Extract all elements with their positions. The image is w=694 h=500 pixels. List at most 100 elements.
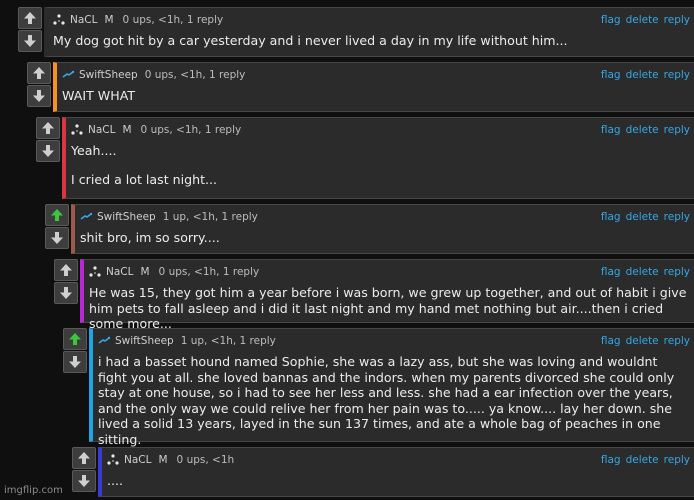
delete-link[interactable]: delete <box>626 124 659 136</box>
comment-meta: 0 ups, <1h <box>176 454 235 466</box>
dots-avatar-icon <box>88 265 102 279</box>
downvote-button[interactable] <box>27 85 51 107</box>
comment-meta: 0 ups, <1h, 1 reply <box>158 266 260 278</box>
comment-box: NaCL M 0 ups, <1h flag delete reply.... <box>98 447 694 497</box>
delete-link[interactable]: delete <box>626 266 659 278</box>
delete-link[interactable]: delete <box>626 211 659 223</box>
vote-controls <box>45 204 69 250</box>
comment-header: NaCL M 0 ups, <1h flag delete reply <box>106 452 690 468</box>
upvote-button[interactable] <box>72 447 96 469</box>
comment-header: NaCL M 0 ups, <1h, 1 reply flag delete reply <box>88 264 690 280</box>
comment-body: My dog got hit by a car yesterday and i … <box>53 33 688 49</box>
upvote-arrow-icon <box>77 451 91 465</box>
comment-text: Yeah.... <box>71 143 117 158</box>
comment-box: SwiftSheep 1 up, <1h, 1 reply flag delete re… <box>89 328 694 447</box>
reply-link[interactable]: reply <box>664 335 690 347</box>
downvote-button[interactable] <box>18 30 42 52</box>
downvote-button[interactable] <box>54 282 78 304</box>
upvote-arrow-icon <box>68 332 82 346</box>
comment-header: SwiftSheep 0 ups, <1h, 1 reply flag delete r… <box>61 67 690 83</box>
comment-body: shit bro, im so sorry.... <box>80 230 688 246</box>
comment-box: NaCL M 0 ups, <1h, 1 reply flag delete reply H… <box>80 259 694 331</box>
sheep-avatar-icon <box>79 210 93 224</box>
comment-text: shit bro, im so sorry.... <box>80 230 220 245</box>
delete-link[interactable]: delete <box>626 14 659 26</box>
dots-avatar-icon <box>70 123 84 137</box>
vote-controls <box>63 328 87 374</box>
comment: NaCL M 0 ups, <1h, 1 reply flag delete reply H… <box>54 259 694 331</box>
moderator-badge: M <box>104 14 114 26</box>
flag-link[interactable]: flag <box>601 266 621 278</box>
flag-link[interactable]: flag <box>601 124 621 136</box>
flag-link[interactable]: flag <box>601 69 621 81</box>
upvote-button[interactable] <box>36 117 60 139</box>
comment-body: i had a basset hound named Sophie, she w… <box>98 354 688 448</box>
upvote-button[interactable] <box>27 62 51 84</box>
comment-actions: flag delete reply <box>601 211 690 223</box>
comment-actions: flag delete reply <box>601 454 690 466</box>
comment-body: He was 15, they got him a year before i … <box>89 285 688 332</box>
flag-link[interactable]: flag <box>601 454 621 466</box>
comment-text: .... <box>107 473 124 488</box>
moderator-badge: M <box>158 454 168 466</box>
comment-box: SwiftSheep 1 up, <1h, 1 reply flag delete re… <box>71 204 694 254</box>
comment-header: NaCL M 0 ups, <1h, 1 reply flag delete reply <box>52 12 690 28</box>
comment-header: SwiftSheep 1 up, <1h, 1 reply flag delete re… <box>97 333 690 349</box>
comment: SwiftSheep 0 ups, <1h, 1 reply flag delete r… <box>27 62 694 112</box>
upvote-button[interactable] <box>54 259 78 281</box>
reply-link[interactable]: reply <box>664 124 690 136</box>
comment-meta: 0 ups, <1h, 1 reply <box>122 14 224 26</box>
username-link[interactable]: NaCL <box>70 14 97 26</box>
comment-actions: flag delete reply <box>601 69 690 81</box>
comment-actions: flag delete reply <box>601 266 690 278</box>
reply-link[interactable]: reply <box>664 14 690 26</box>
comment-meta: 0 ups, <1h, 1 reply <box>144 69 246 81</box>
upvote-button[interactable] <box>45 204 69 226</box>
flag-link[interactable]: flag <box>601 335 621 347</box>
comment: SwiftSheep 1 up, <1h, 1 reply flag delete re… <box>45 204 694 254</box>
username-link[interactable]: NaCL <box>106 266 133 278</box>
reply-link[interactable]: reply <box>664 454 690 466</box>
comment-text: My dog got hit by a car yesterday and i … <box>53 33 568 48</box>
comment-thread: NaCL M 0 ups, <1h, 1 reply flag delete reply M… <box>0 0 694 500</box>
dots-avatar-icon <box>52 13 66 27</box>
username-link[interactable]: SwiftSheep <box>79 69 138 81</box>
moderator-badge: M <box>122 124 132 136</box>
comment-text: i had a basset hound named Sophie, she w… <box>98 354 675 447</box>
comment: NaCL M 0 ups, <1h, 1 reply flag delete reply M… <box>18 7 694 57</box>
reply-link[interactable]: reply <box>664 211 690 223</box>
vote-controls <box>18 7 42 53</box>
username-link[interactable]: NaCL <box>88 124 115 136</box>
comment-text: WAIT WHAT <box>62 88 136 103</box>
comment-meta: 1 up, <1h, 1 reply <box>180 335 276 347</box>
downvote-button[interactable] <box>45 227 69 249</box>
delete-link[interactable]: delete <box>626 335 659 347</box>
downvote-arrow-icon <box>23 34 37 48</box>
downvote-button[interactable] <box>72 470 96 492</box>
username-link[interactable]: NaCL <box>124 454 151 466</box>
comment-text: He was 15, they got him a year before i … <box>89 285 687 332</box>
comment-box: NaCL M 0 ups, <1h, 1 reply flag delete reply M… <box>44 7 694 57</box>
comment-box: NaCL M 0 ups, <1h, 1 reply flag delete reply Y… <box>62 117 694 199</box>
upvote-arrow-icon <box>41 121 55 135</box>
delete-link[interactable]: delete <box>626 454 659 466</box>
flag-link[interactable]: flag <box>601 211 621 223</box>
username-link[interactable]: SwiftSheep <box>97 211 156 223</box>
comment-text: I cried a lot last night... <box>71 171 218 187</box>
comment-body: WAIT WHAT <box>62 88 688 104</box>
upvote-button[interactable] <box>18 7 42 29</box>
comment-meta: 1 up, <1h, 1 reply <box>162 211 258 223</box>
flag-link[interactable]: flag <box>601 14 621 26</box>
reply-link[interactable]: reply <box>664 266 690 278</box>
upvote-button[interactable] <box>63 328 87 350</box>
upvote-arrow-icon <box>59 263 73 277</box>
comment-header: SwiftSheep 1 up, <1h, 1 reply flag delete re… <box>79 209 690 225</box>
reply-link[interactable]: reply <box>664 69 690 81</box>
downvote-arrow-icon <box>68 355 82 369</box>
delete-link[interactable]: delete <box>626 69 659 81</box>
downvote-button[interactable] <box>63 351 87 373</box>
username-link[interactable]: SwiftSheep <box>115 335 174 347</box>
downvote-button[interactable] <box>36 140 60 162</box>
comment-actions: flag delete reply <box>601 335 690 347</box>
